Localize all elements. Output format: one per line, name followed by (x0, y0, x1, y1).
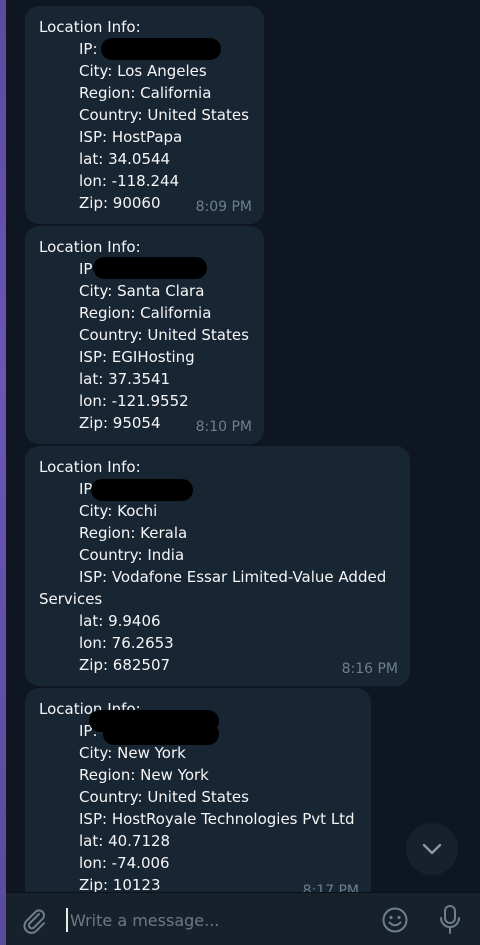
message-header: Location Info: (39, 458, 141, 476)
lon-line: lon: -121.9552 (79, 392, 189, 410)
message-composer (6, 892, 480, 945)
redaction-bar (91, 479, 193, 501)
chevron-down-icon (422, 843, 442, 855)
redaction-bar (93, 257, 207, 279)
message-time: 8:17 PM (302, 883, 359, 892)
redaction-bar (101, 38, 221, 60)
lat-line: lat: 37.3541 (79, 370, 171, 388)
smiley-icon[interactable] (381, 906, 409, 934)
lon-line: lon: -74.006 (79, 854, 170, 872)
lat-line: lat: 9.9406 (79, 612, 161, 630)
country-line: Country: India (79, 546, 185, 564)
region-line: Region: Kerala (79, 524, 188, 542)
city-line: City: Kochi (79, 502, 158, 520)
lat-line: lat: 40.7128 (79, 832, 171, 850)
country-line: Country: United States (79, 326, 249, 344)
lat-line: lat: 34.0544 (79, 150, 171, 168)
region-line: Region: California (79, 84, 212, 102)
isp-line: ISP: HostRoyale Technologies Pvt Ltd (79, 810, 355, 828)
isp-line: ISP: HostPapa (79, 128, 183, 146)
lon-line: lon: -118.244 (79, 172, 180, 190)
city-line: City: Los Angeles (79, 62, 207, 80)
message-bubble[interactable]: Location Info: IP: City: Santa Clara Reg… (25, 226, 264, 444)
message-input[interactable] (66, 908, 362, 932)
scroll-down-button[interactable] (406, 823, 458, 875)
city-line: City: New York (79, 744, 186, 762)
message-list[interactable]: Location Info: IP: City: Los Angeles Reg… (0, 0, 480, 892)
country-line: Country: United States (79, 106, 249, 124)
message-header: Location Info: (39, 18, 141, 36)
region-line: Region: California (79, 304, 212, 322)
isp-line-continued: Services (39, 590, 103, 608)
paperclip-icon[interactable] (20, 906, 48, 934)
message-time: 8:16 PM (341, 661, 398, 677)
chat-window: Location Info: IP: City: Los Angeles Reg… (0, 0, 480, 945)
isp-line: ISP: Vodafone Essar Limited-Value Added (79, 568, 387, 586)
message-bubble[interactable]: Location Info: IP: City: New York Region… (25, 688, 371, 892)
region-line: Region: New York (79, 766, 209, 784)
city-line: City: Santa Clara (79, 282, 205, 300)
message-bubble[interactable]: Location Info: IP: City: Kochi Region: K… (25, 446, 410, 686)
message-time: 8:09 PM (195, 199, 252, 215)
message-bubble[interactable]: Location Info: IP: City: Los Angeles Reg… (25, 6, 264, 224)
lon-line: lon: 76.2653 (79, 634, 174, 652)
country-line: Country: United States (79, 788, 249, 806)
message-time: 8:10 PM (195, 419, 252, 435)
redaction-bar (103, 723, 219, 745)
message-header: Location Info: (39, 238, 141, 256)
microphone-icon[interactable] (436, 904, 464, 936)
isp-line: ISP: EGIHosting (79, 348, 195, 366)
